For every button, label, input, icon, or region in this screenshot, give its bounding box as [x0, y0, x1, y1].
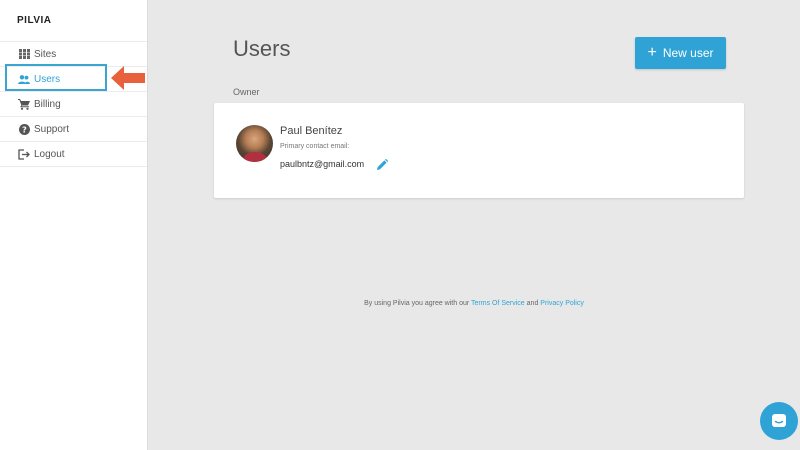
- new-user-label: New user: [662, 46, 714, 60]
- chat-icon: [772, 414, 786, 427]
- new-user-button[interactable]: + New user: [635, 37, 726, 69]
- help-icon: ?: [18, 123, 30, 135]
- brand-logo: PILVIA: [0, 0, 147, 42]
- sidebar-item-billing[interactable]: Billing: [0, 92, 147, 117]
- footer-and: and: [526, 300, 539, 307]
- owner-card: Paul Benítez Primary contact email: paul…: [214, 103, 744, 198]
- highlight-box: [5, 64, 107, 91]
- cart-icon: [18, 98, 30, 110]
- svg-text:?: ?: [22, 125, 27, 134]
- chat-launcher-button[interactable]: [760, 402, 798, 440]
- edit-pencil-icon[interactable]: [377, 159, 388, 170]
- annotation-arrow-icon: [111, 66, 145, 90]
- user-name: Paul Benítez: [280, 125, 343, 137]
- footer: By using Pilvia you agree with our Terms…: [148, 300, 800, 307]
- sidebar-item-label: Support: [34, 123, 70, 135]
- sidebar-item-support[interactable]: ? Support: [0, 117, 147, 142]
- contact-email-label: Primary contact email:: [280, 143, 350, 150]
- grid-icon: [18, 48, 30, 60]
- sidebar-item-logout[interactable]: Logout: [0, 142, 147, 167]
- footer-text: By using Pilvia you agree with our: [364, 300, 470, 307]
- sidebar-item-label: Logout: [34, 148, 65, 160]
- terms-link[interactable]: Terms Of Service: [471, 300, 525, 307]
- plus-icon: +: [647, 44, 657, 61]
- sidebar-item-label: Sites: [34, 48, 57, 60]
- page-title: Users: [233, 36, 291, 61]
- main-content: Users + New user Owner Paul Benítez Prim…: [148, 0, 800, 450]
- privacy-link[interactable]: Privacy Policy: [540, 300, 584, 307]
- avatar: [236, 125, 273, 162]
- section-label: Owner: [233, 87, 260, 97]
- sidebar-item-label: Billing: [34, 98, 61, 110]
- user-email: paulbntz@gmail.com: [280, 159, 365, 169]
- logout-icon: [18, 148, 30, 160]
